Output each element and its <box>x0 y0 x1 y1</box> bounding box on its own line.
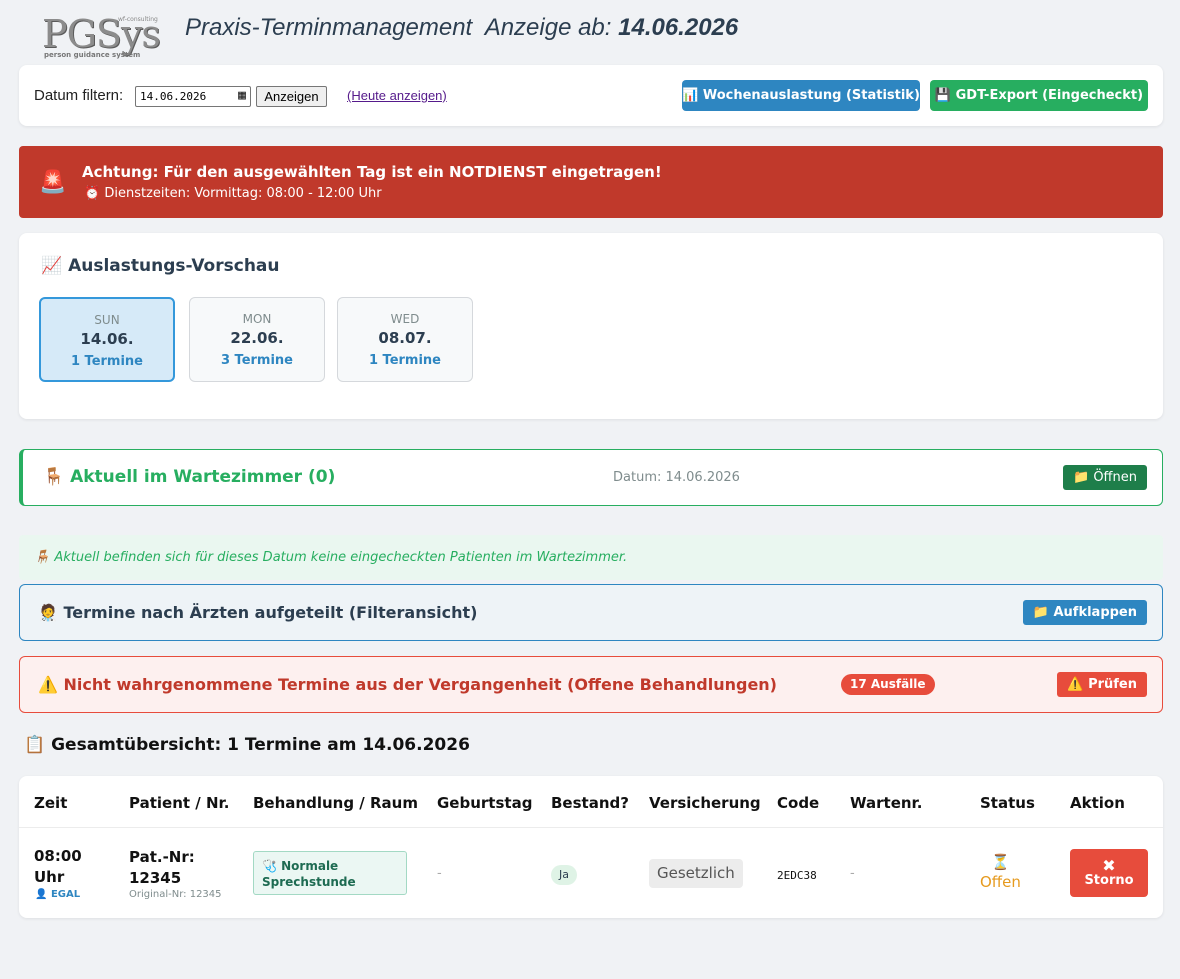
close-icon: ✖ <box>1102 856 1116 875</box>
week-statistics-button[interactable]: 📊 Wochenauslastung (Statistik) <box>682 80 920 111</box>
expand-doctors-button[interactable]: 📁 Aufklappen <box>1022 600 1147 625</box>
waiting-room-panel: 🪑 Aktuell im Wartezimmer (0) Datum: 14.0… <box>19 449 1163 506</box>
show-button[interactable]: Anzeigen <box>256 86 327 107</box>
folder-icon: 📁 <box>1073 470 1090 485</box>
day-card-22-06[interactable]: MON 22.06. 3 Termine <box>189 297 325 382</box>
appointment-code: 2EDC38 <box>777 869 817 882</box>
column-header-treatment: Behandlung / Raum <box>253 794 418 812</box>
treatment-badge: 🩺 Normale Sprechstunde <box>253 851 407 895</box>
stethoscope-icon: 🩺 <box>262 859 277 873</box>
today-link[interactable]: (Heute anzeigen) <box>347 88 447 103</box>
open-waiting-room-button[interactable]: 📁 Öffnen <box>1063 465 1147 490</box>
missed-appointments-panel: ⚠️ Nicht wahrgenommene Termine aus der V… <box>19 656 1163 713</box>
person-icon: 👤 <box>35 889 48 900</box>
calendar-icon[interactable]: ▦ <box>238 89 246 102</box>
appointment-time: 08:00 Uhr <box>34 847 82 886</box>
waiting-room-date: Datum: 14.06.2026 <box>613 470 740 485</box>
day-card-08-07[interactable]: WED 08.07. 1 Termine <box>337 297 473 382</box>
doctor-tag: 👤 EGAL <box>35 889 81 900</box>
column-header-wait-number: Wartenr. <box>850 794 923 812</box>
status-indicator: ⏳ Offen <box>980 852 1021 892</box>
missed-title: ⚠️ Nicht wahrgenommene Termine aus der V… <box>38 675 777 694</box>
doctor-icon: 🧑‍⚕️ <box>38 603 58 622</box>
page-header: wf-consulting PGSys person guidance syst… <box>0 0 1180 64</box>
column-header-code: Code <box>777 794 820 812</box>
gdt-export-button[interactable]: 💾 GDT-Export (Eingecheckt) <box>930 80 1148 111</box>
day-card-14-06[interactable]: SUN 14.06. 1 Termine <box>39 297 175 382</box>
warning-icon: ⚠️ <box>1067 677 1084 692</box>
column-header-birthday: Geburtstag <box>437 794 533 812</box>
insurance-badge: Gesetzlich <box>649 859 743 888</box>
app-name: Praxis-Terminmanagement <box>185 14 473 41</box>
column-header-time: Zeit <box>34 794 68 812</box>
chart-increasing-icon: 📈 <box>41 256 63 276</box>
alert-title: Achtung: Für den ausgewählten Tag ist ei… <box>82 163 662 181</box>
wait-number-value: - <box>850 866 855 881</box>
check-missed-button[interactable]: ⚠️ Prüfen <box>1057 672 1147 697</box>
bar-chart-icon: 📊 <box>682 88 699 103</box>
patient-number[interactable]: Pat.-Nr: 12345 <box>129 847 195 889</box>
waiting-room-title: 🪑 Aktuell im Wartezimmer (0) <box>43 467 336 487</box>
chair-icon: 🪑 <box>34 550 51 565</box>
alert-subtitle: ⏰ Dienstzeiten: Vormittag: 08:00 - 12:00… <box>84 186 382 201</box>
clipboard-icon: 📋 <box>24 735 46 755</box>
preview-title: 📈 Auslastungs-Vorschau <box>41 256 280 276</box>
column-header-existing: Bestand? <box>551 794 629 812</box>
alarm-clock-icon: ⏰ <box>84 186 101 201</box>
filter-label: Datum filtern: <box>34 87 124 104</box>
warning-icon: ⚠️ <box>38 675 58 694</box>
cancel-appointment-button[interactable]: ✖ Storno <box>1070 849 1148 897</box>
appointments-table: Zeit Patient / Nr. Behandlung / Raum Geb… <box>19 776 1163 918</box>
doctors-panel: 🧑‍⚕️ Termine nach Ärzten aufgeteilt (Fil… <box>19 584 1163 641</box>
folder-icon: 📁 <box>1032 605 1049 620</box>
page-title: Praxis-Terminmanagement Anzeige ab: 14.0… <box>185 14 738 42</box>
pgsys-logo: wf-consulting PGSys person guidance syst… <box>42 12 161 59</box>
column-header-patient: Patient / Nr. <box>129 794 230 812</box>
existing-patient-badge: Ja <box>551 865 577 885</box>
original-number: Original-Nr: 12345 <box>129 889 222 900</box>
utilization-preview: 📈 Auslastungs-Vorschau SUN 14.06. 1 Term… <box>19 233 1163 419</box>
siren-icon: 🚨 <box>39 170 67 195</box>
column-header-action: Aktion <box>1070 794 1125 812</box>
chair-icon: 🪑 <box>43 467 65 487</box>
column-header-insurance: Versicherung <box>649 794 761 812</box>
floppy-disk-icon: 💾 <box>934 88 952 103</box>
waiting-room-empty-message: 🪑 Aktuell befinden sich für dieses Datum… <box>19 535 1163 580</box>
missed-count-badge: 17 Ausfälle <box>841 674 935 695</box>
date-prefix: Anzeige ab: <box>484 14 612 41</box>
date-filter-value: 14.06.2026 <box>140 90 207 103</box>
display-date: 14.06.2026 <box>618 14 739 41</box>
status-text: Offen <box>980 873 1021 891</box>
column-header-status: Status <box>980 794 1035 812</box>
hourglass-icon: ⏳ <box>991 853 1010 871</box>
table-header-divider <box>19 827 1163 828</box>
birthday-value: - <box>437 866 442 881</box>
emergency-alert: 🚨 Achtung: Für den ausgewählten Tag ist … <box>19 146 1163 218</box>
date-filter-input[interactable]: 14.06.2026 ▦ <box>135 86 251 107</box>
filter-bar: Datum filtern: 14.06.2026 ▦ Anzeigen (He… <box>19 65 1163 126</box>
overview-title: 📋 Gesamtübersicht: 1 Termine am 14.06.20… <box>24 735 470 755</box>
doctors-title: 🧑‍⚕️ Termine nach Ärzten aufgeteilt (Fil… <box>38 603 478 622</box>
